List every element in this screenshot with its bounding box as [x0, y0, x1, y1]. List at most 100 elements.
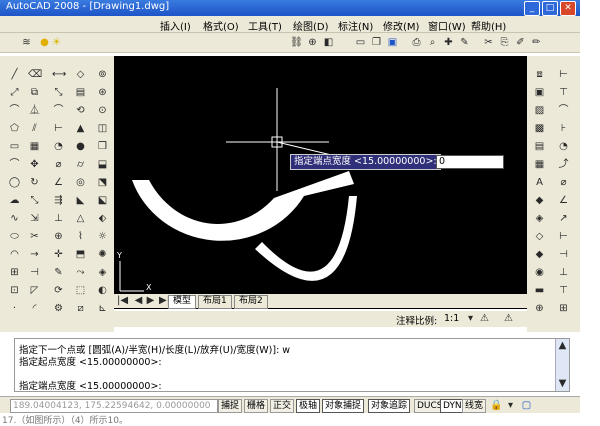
menu-dimension[interactable]: 标注(N)	[338, 18, 373, 33]
dim-ordinate-icon[interactable]: ⊢	[52, 122, 65, 135]
polyline-icon[interactable]: ⌒	[8, 104, 21, 117]
dim-edit-icon[interactable]: ✎	[52, 266, 65, 279]
annotation-scale-value[interactable]: 1:1	[444, 313, 459, 324]
material-icon[interactable]: ◈	[96, 266, 109, 279]
layer-state-icon[interactable]: ⊕	[306, 36, 319, 49]
move-icon[interactable]: ✥	[28, 158, 41, 171]
dim-radius-icon[interactable]: ◔	[52, 140, 65, 153]
menu-draw[interactable]: 绘图(D)	[293, 18, 329, 33]
preview-icon[interactable]: ⌕	[426, 36, 439, 49]
snap-toggle[interactable]: 捕捉	[218, 399, 243, 413]
insert-block-icon[interactable]: ⊞	[8, 266, 21, 279]
rotate-icon[interactable]: ↻	[28, 176, 41, 189]
visual-style-icon[interactable]: ◐	[96, 284, 109, 297]
chevron-down-icon[interactable]: ▾	[504, 399, 517, 412]
command-prompt[interactable]: 指定端点宽度 <15.00000000>:	[19, 378, 162, 392]
dim-continue-icon[interactable]: ⊢	[557, 230, 570, 243]
revision-cloud-icon[interactable]: ☁	[8, 194, 21, 207]
break-icon[interactable]: ⊣	[28, 266, 41, 279]
lock-icon[interactable]: 🔒	[490, 399, 503, 412]
mtext-icon[interactable]: A	[533, 176, 546, 189]
free-orbit-icon[interactable]: ⊛	[96, 86, 109, 99]
dim-angular-icon[interactable]: ∠	[52, 176, 65, 189]
dim-horizontal-icon[interactable]: ⊢	[557, 68, 570, 81]
table-icon[interactable]: ▦	[533, 158, 546, 171]
dim-space-icon[interactable]: ⊣	[557, 248, 570, 261]
circle-icon[interactable]: ◯	[8, 176, 21, 189]
side-view-icon[interactable]: ⬕	[96, 194, 109, 207]
dim-ordinate-right-icon[interactable]: ⊦	[557, 122, 570, 135]
scroll-up-icon[interactable]: ▲	[556, 339, 569, 352]
ucs-icon[interactable]: ⊾	[96, 302, 109, 315]
minimize-button[interactable]: _	[524, 1, 540, 16]
extend-icon[interactable]: →	[28, 248, 41, 261]
stretch-icon[interactable]: ⇲	[28, 212, 41, 225]
drawing-canvas[interactable]: Y X	[114, 56, 527, 309]
navigate-icon[interactable]: ⊕	[533, 302, 546, 315]
dim-vertical-icon[interactable]: ⊤	[557, 86, 570, 99]
subtract-icon[interactable]: ◆	[533, 248, 546, 261]
layers-icon[interactable]: ≋	[20, 36, 33, 49]
copy-icon[interactable]: ❐	[370, 36, 383, 49]
ellipse-arc-icon[interactable]: ◠	[8, 248, 21, 261]
attribute-icon[interactable]: ◆	[533, 194, 546, 207]
ortho-toggle[interactable]: 正交	[270, 399, 295, 413]
command-window[interactable]: 指定下一个点或 [圆弧(A)/半宽(H)/长度(L)/放弃(U)/宽度(W)]:…	[14, 338, 570, 392]
dim-jogged-icon[interactable]: ⤴	[557, 158, 570, 171]
dim-style-icon[interactable]: ⚙	[52, 302, 65, 315]
grid-toggle[interactable]: 栅格	[244, 399, 269, 413]
intersect-icon[interactable]: ◉	[533, 266, 546, 279]
lineweight-toggle[interactable]: 线宽	[462, 399, 487, 413]
sun-icon[interactable]: ☀	[50, 36, 63, 49]
slice-icon[interactable]: ⧄	[74, 302, 87, 315]
paste-icon[interactable]: ⎘	[498, 36, 511, 49]
region-icon[interactable]: ▤	[533, 140, 546, 153]
sphere-icon[interactable]: ●	[74, 140, 87, 153]
extrude-icon[interactable]: ⬒	[74, 248, 87, 261]
otrack-toggle[interactable]: 对象追踪	[368, 399, 411, 413]
dyn-toggle[interactable]: DYN	[440, 399, 465, 413]
dim-diameter-icon[interactable]: ⌀	[52, 158, 65, 171]
tab-next-icon[interactable]: ▶	[144, 294, 157, 307]
point-icon[interactable]: ·	[8, 302, 21, 315]
fillet-icon[interactable]: ◜	[28, 302, 41, 315]
offset-icon[interactable]: ⫽	[28, 122, 41, 135]
wedge-icon[interactable]: ◣	[74, 194, 87, 207]
dim-arc-icon[interactable]: ⌒	[52, 104, 65, 117]
camera-icon[interactable]: ◫	[96, 122, 109, 135]
layer-previous-icon[interactable]: ◧	[322, 36, 335, 49]
ellipse-icon[interactable]: ⬭	[8, 230, 21, 243]
plot-icon[interactable]: ⎙	[410, 36, 423, 49]
orbit-icon[interactable]: ⊚	[96, 68, 109, 81]
hatch-icon[interactable]: ▨	[533, 104, 546, 117]
command-scrollbar[interactable]: ▲ ▼	[555, 339, 569, 391]
cylinder-icon[interactable]: ⌭	[74, 158, 87, 171]
dim-aligned-icon[interactable]: ⤡	[52, 86, 65, 99]
pyramid-icon[interactable]: △	[74, 212, 87, 225]
polar-toggle[interactable]: 极轴	[296, 399, 321, 413]
menu-tools[interactable]: 工具(T)	[248, 18, 282, 33]
tab-layout2[interactable]: 布局2	[234, 295, 268, 309]
rectangle-icon[interactable]: ▭	[8, 140, 21, 153]
dim-arc-right-icon[interactable]: ⌒	[557, 104, 570, 117]
dim-angle-right-icon[interactable]: ∠	[557, 194, 570, 207]
chamfer-icon[interactable]: ◸	[28, 284, 41, 297]
tab-layout1[interactable]: 布局1	[198, 295, 232, 309]
dim-diameter-right-icon[interactable]: ⌀	[557, 176, 570, 189]
copy-object-icon[interactable]: ⧉	[28, 86, 41, 99]
pencil-icon[interactable]: ✏	[530, 36, 543, 49]
publish-icon[interactable]: ✚	[442, 36, 455, 49]
viewport-icon[interactable]: ⧈	[533, 68, 546, 81]
baseline-icon[interactable]: ⊥	[52, 212, 65, 225]
close-button[interactable]: ✕	[560, 1, 576, 16]
line-icon[interactable]: ╱	[8, 68, 21, 81]
boolean-icon[interactable]: ◈	[533, 212, 546, 225]
mirror-icon[interactable]: ⏅	[28, 104, 41, 117]
top-view-icon[interactable]: ⬓	[96, 158, 109, 171]
layer-tool-icon[interactable]: ⛓	[290, 36, 303, 49]
annotation-visibility-icon[interactable]: ⚠	[478, 312, 491, 325]
arc-icon[interactable]: ⌒	[8, 158, 21, 171]
dynamic-input-field[interactable]: 0	[436, 155, 504, 169]
array-icon[interactable]: ▦	[28, 140, 41, 153]
dim-linear-icon[interactable]: ⟷	[52, 68, 66, 81]
